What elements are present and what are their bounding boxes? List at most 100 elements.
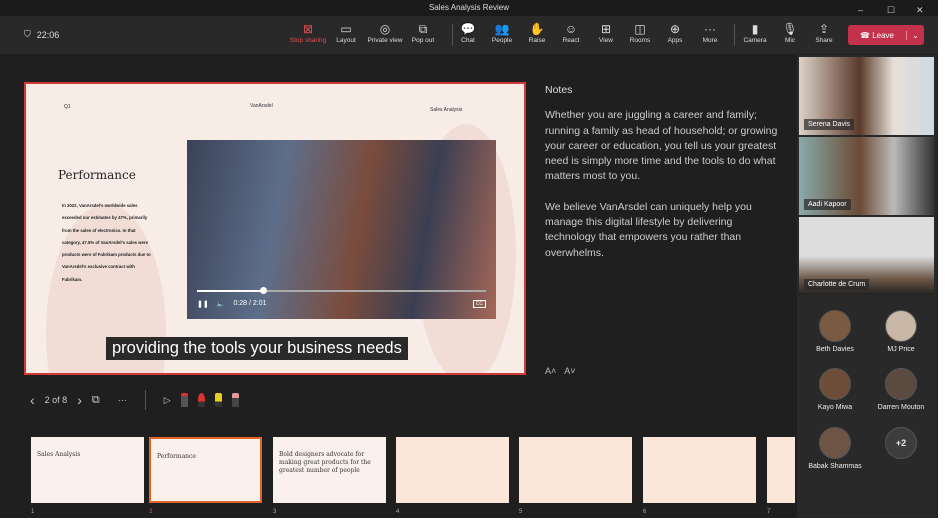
video-tile[interactable]: Serena Davis (799, 57, 934, 135)
button-label: View (599, 37, 613, 44)
thumbnail-title: Performance (157, 453, 196, 460)
slide-grid-icon[interactable]: ⧉ (92, 394, 100, 407)
captions-button[interactable]: CC (472, 300, 486, 308)
notes-paragraph: Whether you are juggling a career and fa… (545, 109, 778, 183)
participant-avatar[interactable]: Babak Shammas (803, 427, 867, 470)
leave-button[interactable]: ☎ Leave ⌄ (848, 25, 924, 45)
button-label: Stop sharing (289, 37, 327, 44)
rooms-icon: ◫ (634, 22, 646, 36)
participant-avatar[interactable]: Kayo Miwa (811, 368, 859, 411)
participants-panel: Serena Davis Aadi Kapoor Charlotte de Cr… (797, 55, 937, 518)
participant-name: Babak Shammas (808, 463, 862, 470)
more-icon: ··· (704, 22, 716, 36)
slide-thumbnail[interactable]: Sales Analysis (31, 437, 144, 503)
button-label: Layout (336, 37, 356, 44)
button-label: Private view (367, 37, 403, 44)
notes-heading: Notes (545, 84, 573, 96)
video-tile[interactable]: Aadi Kapoor (799, 137, 934, 215)
button-label: Share (815, 37, 833, 44)
button-label: Apps (667, 37, 683, 44)
slide-thumbnail[interactable] (519, 437, 632, 503)
button-label: People (491, 37, 513, 44)
video-tile[interactable]: Charlotte de Crum (799, 217, 934, 295)
page-indicator: 2 of 8 (44, 395, 68, 405)
private-view-button[interactable]: ◎ Private view (365, 22, 405, 44)
slide-body: In 2022, VanArsdel's worldwide sales exc… (62, 203, 151, 282)
thumbnail-number: 7 (767, 509, 771, 515)
more-options-button[interactable]: ··· (118, 395, 127, 405)
people-button[interactable]: 👥 People (482, 22, 522, 44)
share-button[interactable]: ⇪ Share (804, 22, 844, 44)
video-player[interactable]: ❚❚ 🔈 0:28 / 2:01 CC (187, 140, 496, 319)
scrubber-knob[interactable] (260, 287, 268, 294)
next-slide-button[interactable]: › (77, 392, 82, 408)
share-icon: ⇪ (818, 22, 830, 36)
meeting-timer: ⛉ 22:06 (24, 29, 59, 40)
video-scrubber[interactable] (197, 287, 486, 294)
volume-icon[interactable]: 🔈 (217, 300, 226, 308)
phone-hangup-icon: ☎ (860, 30, 873, 40)
notes-panel: Notes Whether you are juggling a career … (545, 83, 780, 276)
more-button[interactable]: ··· More (690, 22, 730, 44)
participant-name: MJ Price (887, 346, 915, 353)
layout-button[interactable]: ▭ Layout (326, 22, 366, 44)
slide-thumbnails: Sales Analysis 1 Performance 2 Bold designer… (31, 437, 795, 517)
overflow-count: +2 (885, 427, 917, 459)
button-label: Rooms (629, 37, 651, 44)
button-label: Chat (461, 37, 475, 44)
private-view-icon: ◎ (379, 22, 391, 36)
participant-avatar[interactable]: Darren Mouton (871, 368, 931, 411)
previous-slide-button[interactable]: ‹ (30, 392, 35, 408)
layout-icon: ▭ (340, 22, 352, 36)
button-label: Raise (528, 37, 546, 44)
divider (144, 390, 146, 410)
pointer-icon[interactable]: ▷ (164, 395, 171, 406)
participant-avatar[interactable]: Beth Davies (811, 310, 859, 353)
react-icon: ☺ (564, 22, 578, 36)
chevron-down-icon[interactable]: ⌄ (906, 30, 924, 40)
stop-sharing-button[interactable]: ⊠ Stop sharing (288, 22, 328, 44)
title-bar: Sales Analysis Review – ☐ ✕ (0, 0, 938, 16)
red-pen-icon[interactable] (197, 393, 205, 407)
react-button[interactable]: ☺ React (551, 22, 591, 44)
pop-out-button[interactable]: ⧉ Pop out (403, 22, 443, 44)
slide-quarter: Q1 (64, 104, 71, 110)
highlighter-icon[interactable] (214, 393, 222, 407)
notes-paragraph: We believe VanArsdel can uniquely help y… (545, 200, 752, 259)
camera-button[interactable]: ▮ Camera (735, 22, 775, 44)
laser-pen-icon[interactable] (180, 393, 188, 407)
eraser-icon[interactable] (231, 393, 239, 407)
button-label: Camera (743, 37, 767, 44)
thumbnail-title: Sales Analysis (37, 451, 81, 458)
button-label: More (702, 37, 718, 44)
thumbnail-number: 1 (31, 509, 35, 515)
slide-title: Performance (58, 168, 136, 182)
slide-thumbnail[interactable]: Bold designers advocate for making great… (273, 437, 386, 503)
apps-button[interactable]: ⊕ Apps (655, 22, 695, 44)
people-icon: 👥 (494, 22, 510, 36)
rooms-button[interactable]: ◫ Rooms (620, 22, 660, 44)
slide-brand: VanArsdel (250, 103, 273, 109)
meeting-toolbar: ⛉ 22:06 ☎ Leave ⌄ ⊠ Stop sharing ▭ Layout ◎ Pri… (0, 16, 938, 54)
participant-name: Darren Mouton (877, 404, 925, 411)
slide-thumbnail[interactable] (767, 437, 795, 503)
participant-avatar[interactable]: MJ Price (877, 310, 925, 353)
pop-out-icon: ⧉ (418, 22, 428, 36)
timer-text: 22:06 (36, 29, 60, 40)
more-participants-button[interactable]: +2 (877, 427, 925, 463)
leave-label: Leave (872, 30, 894, 40)
live-caption: providing the tools your business needs (106, 337, 408, 360)
thumbnail-number: 3 (273, 509, 277, 515)
button-label: React (562, 37, 580, 44)
increase-font-button[interactable]: A˄ (545, 366, 556, 376)
thumbnail-number: 5 (519, 509, 523, 515)
pause-icon[interactable]: ❚❚ (197, 300, 209, 308)
shared-slide: Q1 VanArsdel Sales Analysis Performance … (24, 82, 526, 375)
teams-meeting-window: Sales Analysis Review – ☐ ✕ ⛉ 22:06 ☎ Lea… (0, 0, 938, 518)
participant-name: Serena Davis (804, 119, 855, 130)
slide-thumbnail[interactable] (396, 437, 509, 503)
thumbnail-number: 6 (643, 509, 647, 515)
slide-thumbnail[interactable] (643, 437, 756, 503)
decrease-font-button[interactable]: A˅ (564, 366, 575, 376)
slide-thumbnail[interactable]: Performance (149, 437, 262, 503)
